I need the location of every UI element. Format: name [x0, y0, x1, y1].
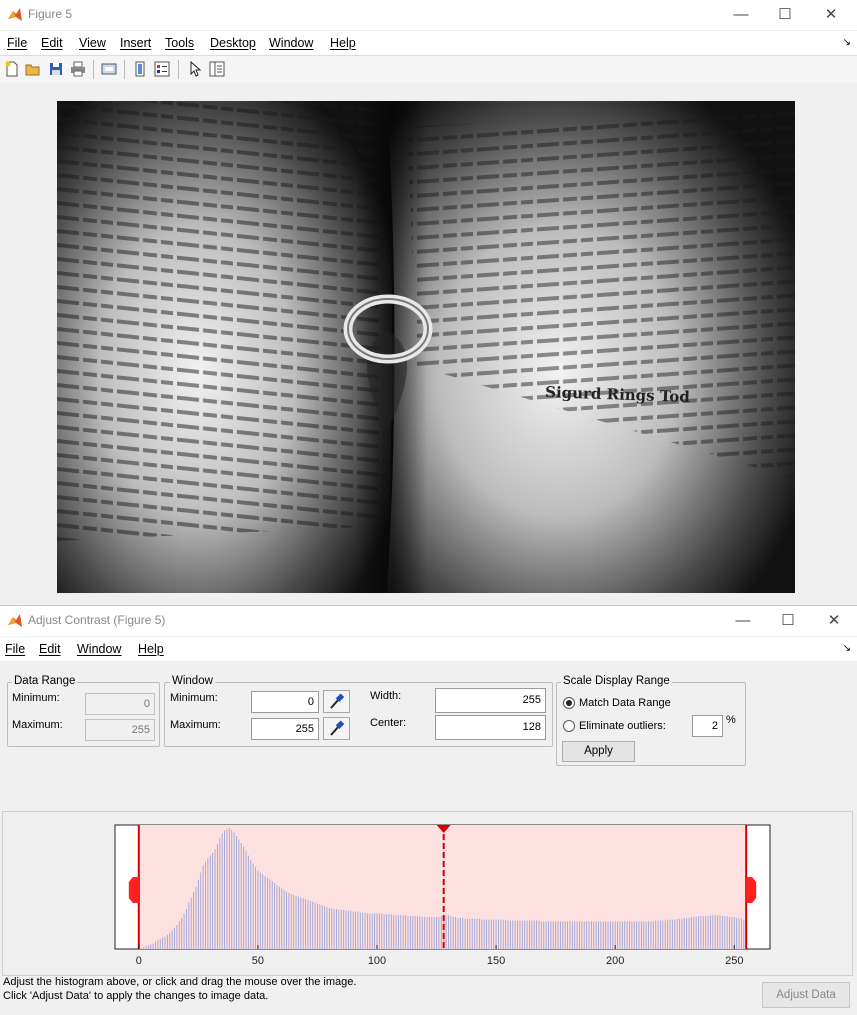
window-range-patch[interactable] — [138, 825, 747, 949]
image-panel: Sigurd Rings Tod — [0, 83, 857, 605]
menu-desktop[interactable]: Desktop — [210, 36, 256, 50]
window-max-field[interactable]: 255 — [251, 718, 319, 740]
x-tick-label: 0 — [136, 955, 142, 967]
maximize-icon[interactable]: ☐ — [774, 4, 796, 26]
toolbar-separator — [93, 60, 94, 79]
x-tick-label: 150 — [487, 955, 505, 967]
minimize-icon[interactable]: — — [730, 4, 752, 26]
close-icon[interactable]: ✕ — [823, 610, 845, 632]
data-range-max-label: Maximum: — [12, 719, 63, 731]
histogram-chart[interactable]: 0 50 100 150 200 250 — [3, 812, 852, 975]
x-tick-label: 200 — [606, 955, 624, 967]
data-range-panel: Data Range Minimum: 0 Maximum: 255 — [7, 675, 160, 747]
scale-display-panel: Scale Display Range Match Data Range Eli… — [556, 675, 746, 766]
eyedropper-icon — [330, 720, 345, 736]
colorbar-icon[interactable] — [131, 60, 149, 78]
window-width-field[interactable]: 255 — [435, 688, 546, 713]
menu-help[interactable]: Help — [330, 36, 356, 50]
window-panel: Window Minimum: 0 Maximum: 255 Width: 25… — [164, 675, 553, 747]
pointer-icon[interactable] — [186, 60, 204, 78]
menu-view[interactable]: View — [79, 36, 106, 50]
figure-toolbar — [0, 55, 857, 84]
window-min-handle[interactable] — [128, 877, 139, 903]
menu-window[interactable]: Window — [269, 36, 313, 50]
menu-file[interactable]: File — [7, 36, 27, 50]
data-range-max-field: 255 — [85, 719, 155, 741]
apply-button[interactable]: Apply — [562, 741, 635, 762]
new-figure-icon[interactable] — [3, 60, 21, 78]
contrast-window: Adjust Contrast (Figure 5) — ☐ ✕ File Ed… — [0, 605, 857, 1015]
matlab-icon — [8, 8, 22, 21]
x-tick-label: 50 — [252, 955, 264, 967]
data-range-legend: Data Range — [12, 675, 78, 687]
eyedropper-icon — [330, 693, 345, 709]
x-tick-label: 250 — [725, 955, 743, 967]
contrast-menubar: File Edit Window Help ↘ — [0, 637, 857, 661]
menu-window[interactable]: Window — [77, 642, 121, 656]
window-center-label: Center: — [370, 717, 407, 729]
menu-tools[interactable]: Tools — [165, 36, 194, 50]
data-range-min-label: Minimum: — [12, 692, 60, 704]
window-max-handle[interactable] — [746, 877, 757, 903]
window-min-field[interactable]: 0 — [251, 691, 319, 713]
property-editor-icon[interactable] — [208, 60, 226, 78]
toolbar-separator — [178, 60, 179, 79]
window-min-label: Minimum: — [170, 692, 218, 704]
window-max-eyedropper-button[interactable] — [323, 717, 350, 740]
window-legend: Window — [170, 675, 215, 687]
menu-insert[interactable]: Insert — [120, 36, 151, 50]
print-preview-icon[interactable] — [100, 60, 118, 78]
open-file-icon[interactable] — [24, 60, 42, 78]
figure-title: Figure 5 — [28, 7, 73, 21]
menu-edit[interactable]: Edit — [41, 36, 63, 50]
percent-label: % — [726, 714, 736, 726]
window-center-field[interactable]: 128 — [435, 715, 546, 740]
maximize-icon[interactable]: ☐ — [777, 610, 799, 632]
eliminate-outliers-label[interactable]: Eliminate outliers: — [579, 720, 666, 732]
close-icon[interactable]: ✕ — [820, 4, 842, 26]
book-with-ring-image[interactable]: Sigurd Rings Tod — [57, 101, 795, 593]
x-tick-label: 100 — [368, 955, 386, 967]
match-data-range-label[interactable]: Match Data Range — [579, 697, 671, 709]
figure-window: Figure 5 — ☐ ✕ File Edit View Insert Too… — [0, 0, 857, 605]
outlier-percent-field[interactable]: 2 — [692, 715, 723, 737]
adjust-data-button: Adjust Data — [762, 982, 850, 1008]
window-width-label: Width: — [370, 690, 402, 702]
save-icon[interactable] — [47, 60, 65, 78]
print-icon[interactable] — [69, 60, 87, 78]
minimize-icon[interactable]: — — [732, 610, 754, 632]
contrast-title: Adjust Contrast (Figure 5) — [28, 613, 166, 627]
match-data-range-radio[interactable] — [563, 697, 575, 709]
eliminate-outliers-radio[interactable] — [563, 720, 575, 732]
contrast-titlebar: Adjust Contrast (Figure 5) — ☐ ✕ — [0, 606, 857, 636]
menu-overflow-icon[interactable]: ↘ — [843, 37, 851, 48]
status-line-1: Adjust the histogram above, or click and… — [3, 976, 357, 988]
window-max-label: Maximum: — [170, 719, 221, 731]
scale-display-legend: Scale Display Range — [561, 675, 672, 687]
matlab-icon — [8, 614, 22, 627]
status-line-2: Click 'Adjust Data' to apply the changes… — [3, 990, 269, 1002]
legend-icon[interactable] — [153, 60, 171, 78]
menu-help[interactable]: Help — [138, 642, 164, 656]
window-min-eyedropper-button[interactable] — [323, 690, 350, 713]
figure-menubar: File Edit View Insert Tools Desktop Wind… — [0, 31, 857, 55]
toolbar-separator — [124, 60, 125, 79]
figure-titlebar: Figure 5 — ☐ ✕ — [0, 0, 857, 30]
menu-edit[interactable]: Edit — [39, 642, 61, 656]
menu-file[interactable]: File — [5, 642, 25, 656]
histogram-panel: 0 50 100 150 200 250 — [2, 811, 853, 976]
menu-overflow-icon[interactable]: ↘ — [843, 643, 851, 654]
data-range-min-field: 0 — [85, 693, 155, 715]
